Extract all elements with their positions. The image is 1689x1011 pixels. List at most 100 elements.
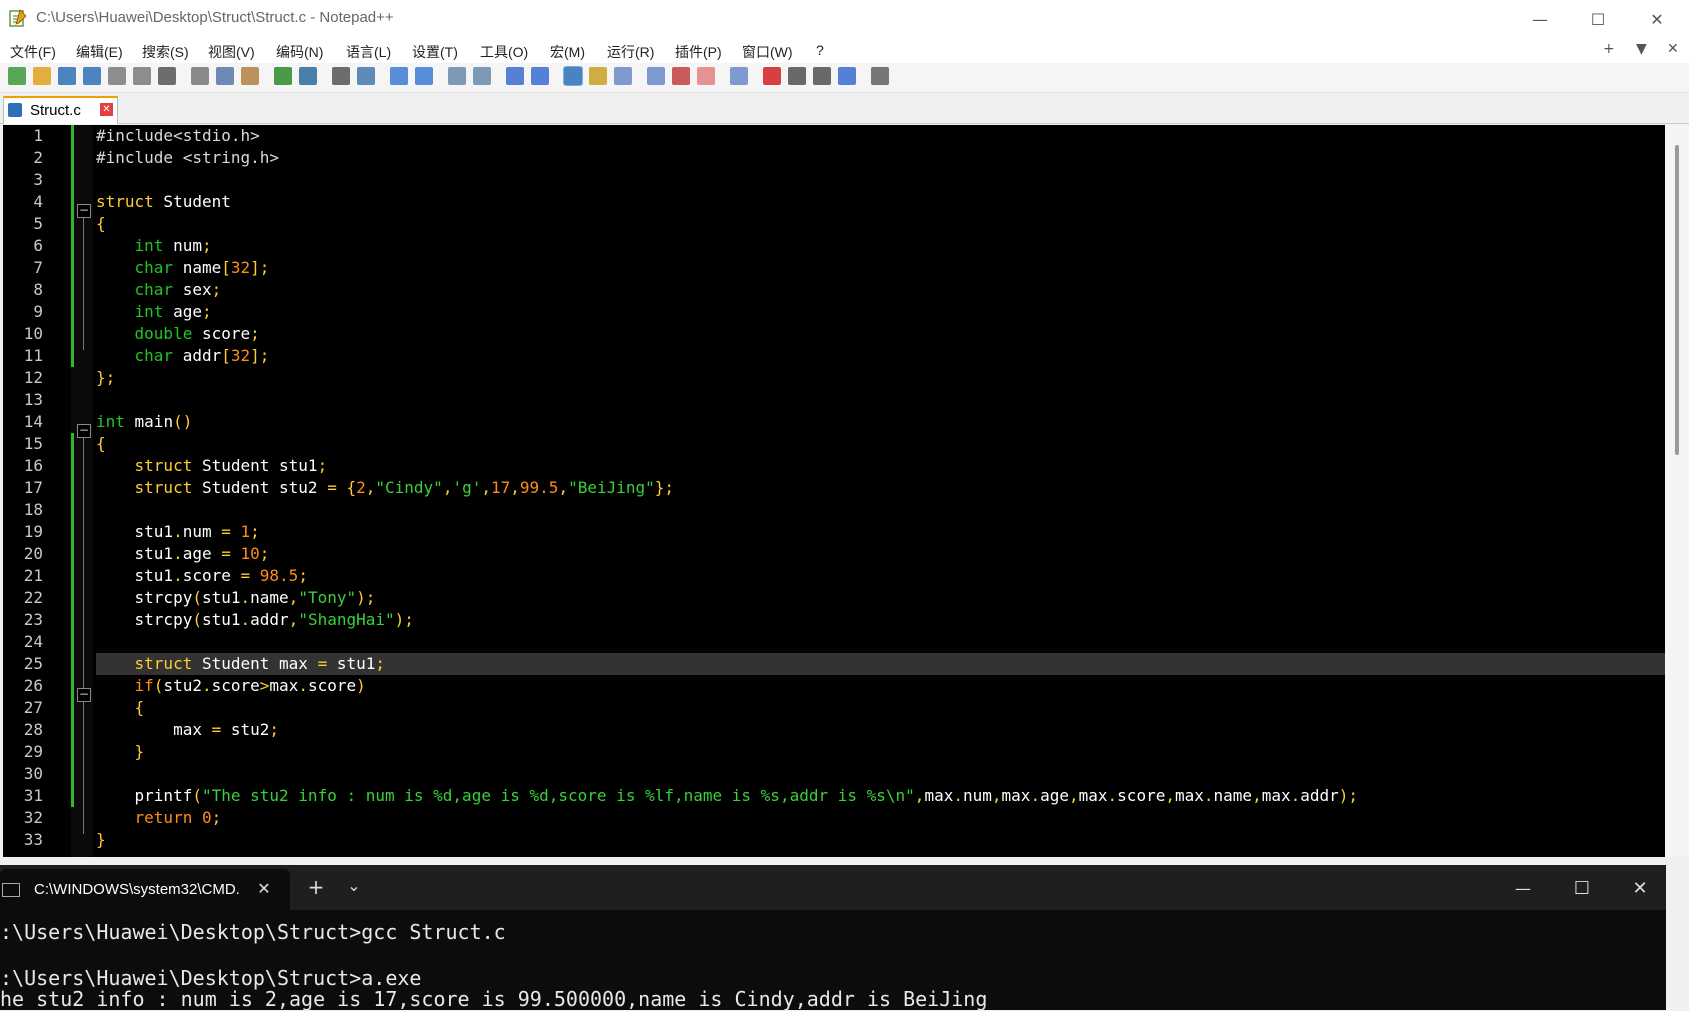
close-icon[interactable]	[108, 67, 126, 85]
code-line: 26 if(stu2.score>max.score)	[3, 675, 1665, 697]
close-all-icon[interactable]	[133, 67, 151, 85]
replace-icon[interactable]	[357, 67, 375, 85]
udl-icon[interactable]	[589, 67, 607, 85]
line-number: 2	[33, 148, 43, 167]
code-line: 28 max = stu2;	[3, 719, 1665, 741]
line-number: 30	[23, 764, 43, 783]
folder-icon[interactable]	[697, 67, 715, 85]
tab-list-dropdown-button[interactable]: ▼	[1636, 41, 1647, 57]
menu-encoding[interactable]: 编码(N)	[276, 42, 323, 62]
menu-language[interactable]: 语言(L)	[346, 42, 391, 62]
menu-file[interactable]: 文件(F)	[10, 42, 56, 62]
code-editor[interactable]: − − − 1 #include<stdio.h> 2 #include <strin…	[3, 125, 1665, 857]
close-doc-button[interactable]: ✕	[1667, 41, 1679, 57]
menu-plugins[interactable]: 插件(P)	[675, 42, 722, 62]
menu-settings[interactable]: 设置(T)	[412, 42, 458, 62]
line-number: 29	[23, 742, 43, 761]
line-number: 32	[23, 808, 43, 827]
code-text: max = stu2;	[96, 720, 280, 739]
save-macro-icon[interactable]	[871, 67, 889, 85]
line-number: 9	[33, 302, 43, 321]
menu-run[interactable]: 运行(R)	[607, 42, 654, 62]
save-icon[interactable]	[58, 67, 76, 85]
code-line: 30	[3, 763, 1665, 785]
code-text: char addr[32];	[134, 346, 270, 365]
cmd-output-line: :\Users\Huawei\Desktop\Struct>gcc Struct…	[0, 920, 506, 944]
code-text: printf("The stu2 info : num is %d,age is…	[96, 786, 1359, 805]
code-line: 16 struct Student stu1;	[3, 455, 1665, 477]
menu-edit[interactable]: 编辑(E)	[76, 42, 123, 62]
title-bar[interactable]: C:\Users\Huawei\Desktop\Struct\Struct.c …	[0, 0, 1689, 38]
sync-horizontal-icon[interactable]	[473, 67, 491, 85]
save-all-icon[interactable]	[83, 67, 101, 85]
code-line: 14 int main()	[3, 411, 1665, 433]
paste-icon[interactable]	[241, 67, 259, 85]
find-icon[interactable]	[332, 67, 350, 85]
play-macro-icon[interactable]	[813, 67, 831, 85]
line-number: 27	[23, 698, 43, 717]
zoom-out-icon[interactable]	[415, 67, 433, 85]
document-tab-bar: Struct.c ✕	[0, 93, 1689, 124]
code-line: 33}	[3, 829, 1665, 851]
cmd-close-button[interactable]: ✕	[1620, 873, 1660, 903]
tab-label: Struct.c	[30, 102, 81, 119]
line-number: 21	[23, 566, 43, 585]
code-line: 27 {	[3, 697, 1665, 719]
line-number: 18	[23, 500, 43, 519]
code-line: 23 strcpy(stu1.addr,"ShangHai");	[3, 609, 1665, 631]
vertical-scrollbar[interactable]	[1665, 125, 1689, 857]
code-line: 21 stu1.score = 98.5;	[3, 565, 1665, 587]
record-macro-icon[interactable]	[763, 67, 781, 85]
tab-struct-c[interactable]: Struct.c ✕	[3, 96, 118, 124]
close-window-button[interactable]: ✕	[1637, 4, 1677, 34]
code-line: 2 #include <string.h>	[3, 147, 1665, 169]
menu-view[interactable]: 视图(V)	[208, 42, 255, 62]
code-text: }	[134, 742, 145, 761]
undo-icon[interactable]	[274, 67, 292, 85]
menu-search[interactable]: 搜索(S)	[142, 42, 189, 62]
minimize-button[interactable]: —	[1520, 4, 1560, 34]
cmd-title-bar[interactable]: C:\WINDOWS\system32\CMD. ✕ + ⌄ — ☐ ✕	[0, 865, 1666, 910]
open-file-icon[interactable]	[33, 67, 51, 85]
menu-window[interactable]: 窗口(W)	[742, 42, 793, 62]
new-tab-button[interactable]: +	[296, 872, 336, 902]
cmd-maximize-button[interactable]: ☐	[1562, 873, 1602, 903]
maximize-button[interactable]: ☐	[1578, 4, 1618, 34]
line-number: 16	[23, 456, 43, 475]
run-macro-multiple-icon[interactable]	[838, 67, 856, 85]
new-tab-plus-button[interactable]: +	[1603, 41, 1615, 57]
line-number: 10	[23, 324, 43, 343]
code-line: 6 int num;	[3, 235, 1665, 257]
function-list-icon[interactable]	[647, 67, 665, 85]
indent-guide-icon[interactable]	[563, 66, 583, 86]
new-file-icon[interactable]	[8, 67, 26, 85]
show-all-chars-icon[interactable]	[531, 67, 549, 85]
redo-icon[interactable]	[299, 67, 317, 85]
menu-tools[interactable]: 工具(O)	[480, 42, 528, 62]
code-text: };	[96, 368, 116, 387]
code-text: stu1.num = 1;	[96, 522, 260, 541]
folder-workspace-icon[interactable]	[672, 67, 690, 85]
copy-icon[interactable]	[216, 67, 234, 85]
cmd-tab-close-icon[interactable]: ✕	[244, 873, 284, 903]
scrollbar-thumb[interactable]	[1675, 145, 1679, 455]
stop-macro-icon[interactable]	[788, 67, 806, 85]
menu-help[interactable]: ?	[816, 42, 824, 58]
print-icon[interactable]	[158, 67, 176, 85]
sync-vertical-icon[interactable]	[448, 67, 466, 85]
menu-macro[interactable]: 宏(M)	[550, 42, 585, 62]
monitor-icon[interactable]	[730, 67, 748, 85]
line-number: 22	[23, 588, 43, 607]
code-text: strcpy(stu1.addr,"ShangHai");	[96, 610, 414, 629]
cmd-minimize-button[interactable]: —	[1503, 873, 1543, 903]
doc-map-icon[interactable]	[614, 67, 632, 85]
code-line: 9 int age;	[3, 301, 1665, 323]
zoom-in-icon[interactable]	[390, 67, 408, 85]
window-title: C:\Users\Huawei\Desktop\Struct\Struct.c …	[36, 9, 394, 26]
code-text: #include <string.h>	[96, 148, 280, 167]
tab-dropdown-icon[interactable]: ⌄	[334, 870, 374, 900]
word-wrap-icon[interactable]	[506, 67, 524, 85]
tab-close-icon[interactable]: ✕	[100, 103, 113, 116]
cmd-tab[interactable]: C:\WINDOWS\system32\CMD. ✕	[0, 869, 290, 910]
cut-icon[interactable]	[191, 67, 209, 85]
